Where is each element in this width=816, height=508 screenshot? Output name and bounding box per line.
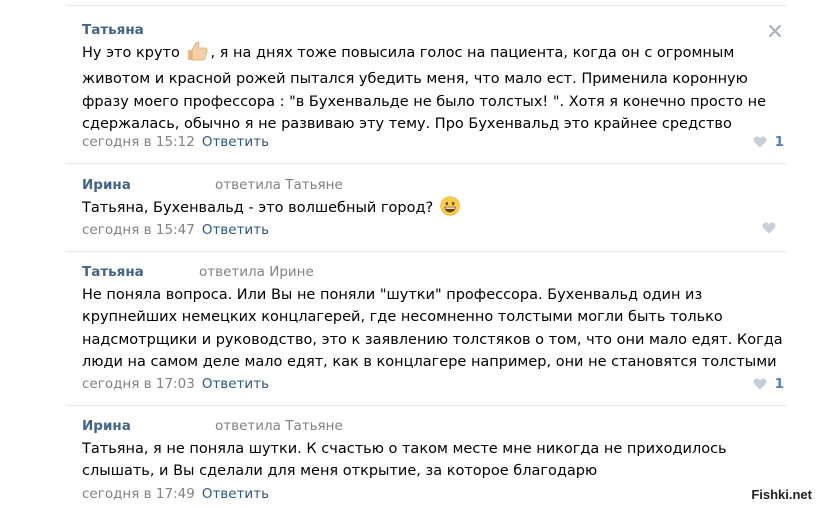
comment-line: сдержалась, обычно я не развиваю эту тем… xyxy=(82,115,732,132)
comment-date[interactable]: сегодня в 15:47 xyxy=(82,222,195,238)
comment-date[interactable]: сегодня в 15:12 xyxy=(82,134,195,150)
like-count: 1 xyxy=(774,134,784,150)
comment-date[interactable]: сегодня в 17:03 xyxy=(82,376,195,392)
reply-to-link[interactable]: ответила Ирине xyxy=(199,264,314,280)
heart-icon xyxy=(753,136,767,148)
divider xyxy=(66,163,786,164)
comment-line: Татьяна, я не поняла шутки. К счастью о … xyxy=(82,441,727,457)
comment-meta: сегодня в 17:03 Ответить xyxy=(82,376,269,392)
comment-meta: сегодня в 17:49 Ответить xyxy=(82,486,269,502)
comment-line: Не поняла вопроса. Или Вы не поняли "шут… xyxy=(82,287,703,303)
divider xyxy=(66,251,786,252)
reply-to-link[interactable]: ответила Татьяне xyxy=(215,177,343,193)
divider xyxy=(66,5,786,6)
thumbs-up-icon xyxy=(186,41,208,68)
comment-text: Ну это круто , я на днях тоже повысила г… xyxy=(82,41,787,135)
comment-author[interactable]: Ирина xyxy=(82,418,131,434)
comment-thread: Татьяна Ну это круто , я на днях тоже по… xyxy=(0,0,816,508)
grinning-face-icon xyxy=(440,196,460,223)
reply-button[interactable]: Ответить xyxy=(202,222,269,238)
reply-button[interactable]: Ответить xyxy=(202,376,269,392)
comment-line: фразу моего профессора : "в Бухенвальде … xyxy=(82,93,767,110)
like-count: 1 xyxy=(774,376,784,392)
comment-line: крупнейших немецких концлагерей, где нес… xyxy=(82,309,723,326)
comment-text: Не поняла вопроса. Или Вы не поняли "шут… xyxy=(82,284,787,373)
comment-text: Татьяна, я не поняла шутки. К счастью о … xyxy=(82,438,787,483)
comment-line: Ну это круто , я на днях тоже повысила г… xyxy=(82,41,787,68)
heart-icon xyxy=(753,378,767,390)
divider xyxy=(66,405,786,406)
comment-line: животом и красной рожей пытался убедить … xyxy=(82,71,748,88)
comment-author[interactable]: Ирина xyxy=(82,177,131,193)
close-icon[interactable] xyxy=(768,23,782,42)
comment-line: Татьяна, Бухенвальд - это волшебный горо… xyxy=(82,196,787,223)
comment-date[interactable]: сегодня в 17:49 xyxy=(82,486,195,502)
like-button[interactable] xyxy=(762,222,784,234)
reply-button[interactable]: Ответить xyxy=(202,486,269,502)
comment-line: надсмотрщики и руководство, это к заявле… xyxy=(82,331,783,348)
comment-meta: сегодня в 15:47 Ответить xyxy=(82,222,269,238)
comment-text: Татьяна, Бухенвальд - это волшебный горо… xyxy=(82,196,787,223)
watermark: Fishki.net xyxy=(751,487,812,502)
reply-button[interactable]: Ответить xyxy=(202,134,269,150)
comment-line: слышать, и Вы сделали для меня открытие,… xyxy=(82,463,598,480)
comment-author[interactable]: Татьяна xyxy=(82,264,144,280)
comment-author[interactable]: Татьяна xyxy=(82,22,144,38)
comment-meta: сегодня в 15:12 Ответить xyxy=(82,134,269,150)
heart-icon xyxy=(762,222,776,234)
like-button[interactable]: 1 xyxy=(753,376,784,392)
reply-to-link[interactable]: ответила Татьяне xyxy=(215,418,343,434)
comment-line: люди на самом деле мало едят, как в конц… xyxy=(82,353,777,370)
like-button[interactable]: 1 xyxy=(753,134,784,150)
